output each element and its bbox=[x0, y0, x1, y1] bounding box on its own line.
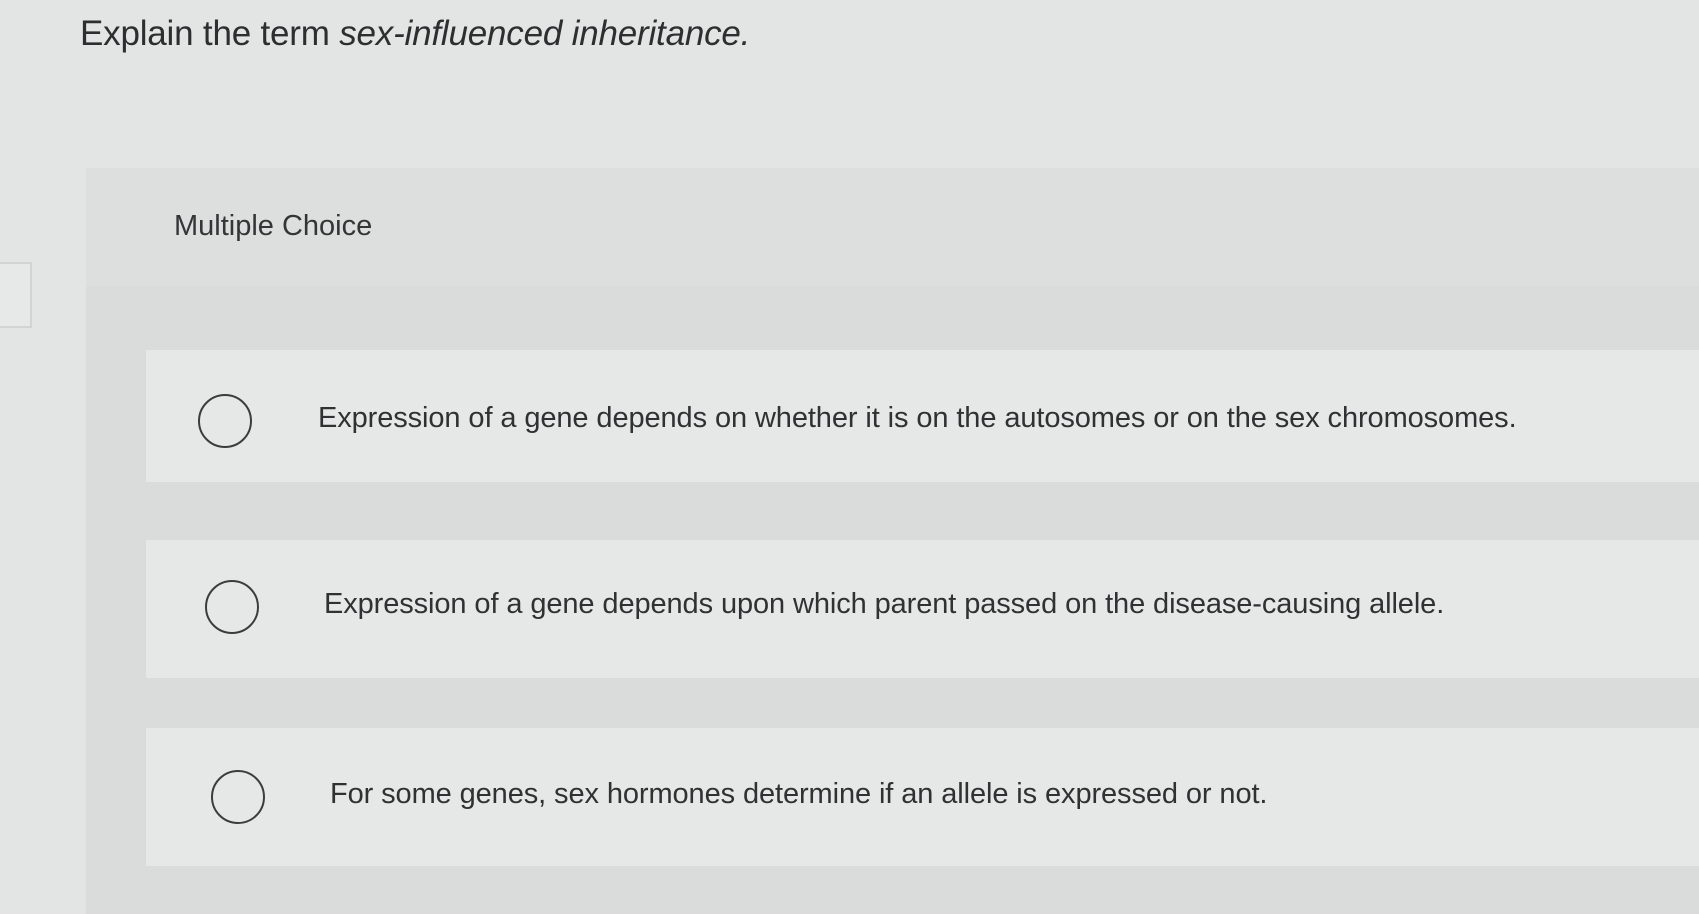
choice-option-3[interactable]: For some genes, sex hormones determine i… bbox=[146, 728, 1699, 866]
radio-button-option-1[interactable] bbox=[198, 394, 252, 448]
radio-button-option-2[interactable] bbox=[205, 580, 259, 634]
question-prefix: Explain the term bbox=[80, 14, 340, 53]
radio-button-option-3[interactable] bbox=[211, 770, 265, 824]
choice-option-1-label[interactable]: Expression of a gene depends on whether … bbox=[318, 402, 1517, 435]
choice-option-2-label[interactable]: Expression of a gene depends upon which … bbox=[324, 588, 1444, 621]
choice-option-3-label[interactable]: For some genes, sex hormones determine i… bbox=[330, 778, 1267, 811]
side-tab[interactable] bbox=[0, 262, 32, 328]
section-label: Multiple Choice bbox=[174, 210, 373, 242]
question-prompt: Explain the term sex-influenced inherita… bbox=[80, 14, 750, 54]
choice-option-1[interactable]: Expression of a gene depends on whether … bbox=[146, 350, 1699, 482]
question-term: sex-influenced inheritance. bbox=[339, 14, 751, 53]
choice-option-2[interactable]: Expression of a gene depends upon which … bbox=[146, 540, 1699, 678]
